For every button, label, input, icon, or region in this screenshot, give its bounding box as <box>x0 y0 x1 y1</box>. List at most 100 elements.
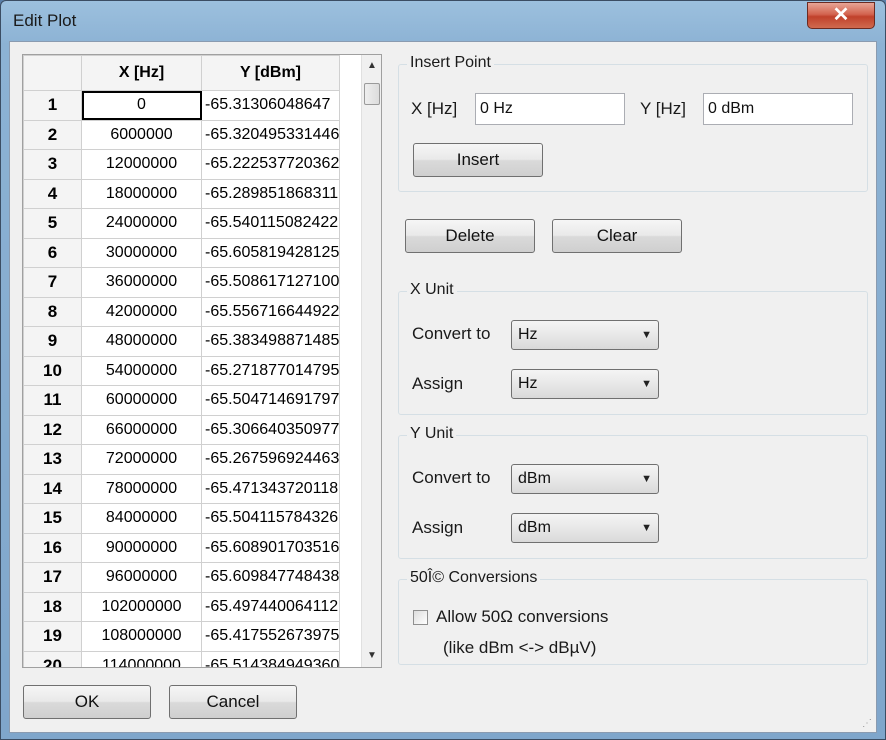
y-assign-select[interactable]: dBm ▼ <box>511 513 659 543</box>
y-cell[interactable]: -65.556716644922 <box>201 296 340 327</box>
x-cell[interactable]: 30000000 <box>81 237 202 268</box>
allow-conversions-label[interactable]: Allow 50Ω conversions <box>436 607 608 627</box>
x-cell[interactable]: 60000000 <box>81 385 202 416</box>
table-row[interactable]: 10 54000000 -65.271877014795 <box>23 355 340 386</box>
scroll-up-icon[interactable]: ▲ <box>362 57 381 75</box>
scroll-thumb[interactable] <box>364 83 380 105</box>
table-row[interactable]: 19 108000000 -65.417552673975 <box>23 621 340 652</box>
y-cell[interactable]: -65.31306048647 <box>201 90 340 121</box>
row-header[interactable]: 13 <box>23 444 82 475</box>
table-vertical-scrollbar[interactable]: ▲ ▼ <box>361 55 381 667</box>
row-header[interactable]: 16 <box>23 532 82 563</box>
y-cell[interactable]: -65.540115082422 <box>201 208 340 239</box>
table-row[interactable]: 6 30000000 -65.605819428125 <box>23 237 340 268</box>
y-cell[interactable]: -65.289851868311 <box>201 178 340 209</box>
ok-button[interactable]: OK <box>23 685 151 719</box>
y-cell[interactable]: -65.508617127100 <box>201 267 340 298</box>
row-header[interactable]: 5 <box>23 208 82 239</box>
y-cell[interactable]: -65.267596924463 <box>201 444 340 475</box>
x-cell[interactable]: 78000000 <box>81 473 202 504</box>
table-row[interactable]: 8 42000000 -65.556716644922 <box>23 296 340 327</box>
y-value-input[interactable]: 0 dBm <box>703 93 853 125</box>
table-row[interactable]: 4 18000000 -65.289851868311 <box>23 178 340 209</box>
x-cell[interactable]: 36000000 <box>81 267 202 298</box>
row-header[interactable]: 2 <box>23 119 82 150</box>
x-cell[interactable]: 0 <box>81 90 202 121</box>
x-cell[interactable]: 66000000 <box>81 414 202 445</box>
x-cell[interactable]: 12000000 <box>81 149 202 180</box>
x-cell[interactable]: 48000000 <box>81 326 202 357</box>
row-header[interactable]: 15 <box>23 503 82 534</box>
table-row[interactable]: 11 60000000 -65.504714691797 <box>23 385 340 416</box>
x-cell[interactable]: 24000000 <box>81 208 202 239</box>
x-cell[interactable]: 6000000 <box>81 119 202 150</box>
scroll-down-icon[interactable]: ▼ <box>362 647 381 665</box>
clear-button[interactable]: Clear <box>552 219 682 253</box>
row-header[interactable]: 14 <box>23 473 82 504</box>
x-value-input[interactable]: 0 Hz <box>475 93 625 125</box>
row-header-corner[interactable] <box>23 55 82 91</box>
row-header[interactable]: 19 <box>23 621 82 652</box>
y-cell[interactable]: -65.504714691797 <box>201 385 340 416</box>
x-cell[interactable]: 42000000 <box>81 296 202 327</box>
allow-conversions-checkbox[interactable] <box>413 610 428 625</box>
y-cell[interactable]: -65.306640350977 <box>201 414 340 445</box>
row-header[interactable]: 3 <box>23 149 82 180</box>
y-cell[interactable]: -65.271877014795 <box>201 355 340 386</box>
x-cell[interactable]: 108000000 <box>81 621 202 652</box>
table-row[interactable]: 12 66000000 -65.306640350977 <box>23 414 340 445</box>
x-cell[interactable]: 90000000 <box>81 532 202 563</box>
insert-button[interactable]: Insert <box>413 143 543 177</box>
table-row[interactable]: 1 0 -65.31306048647 <box>23 90 340 121</box>
x-cell[interactable]: 18000000 <box>81 178 202 209</box>
table-row[interactable]: 2 6000000 -65.320495331446 <box>23 119 340 150</box>
column-header-x[interactable]: X [Hz] <box>81 55 202 91</box>
table-row[interactable]: 17 96000000 -65.609847748438 <box>23 562 340 593</box>
close-button[interactable]: ✕ <box>807 2 875 29</box>
x-cell[interactable]: 102000000 <box>81 591 202 622</box>
y-cell[interactable]: -65.608901703516 <box>201 532 340 563</box>
table-row[interactable]: 16 90000000 -65.608901703516 <box>23 532 340 563</box>
y-cell[interactable]: -65.222537720362 <box>201 149 340 180</box>
table-row[interactable]: 15 84000000 -65.504115784326 <box>23 503 340 534</box>
column-header-y[interactable]: Y [dBm] <box>201 55 340 91</box>
x-cell[interactable]: 114000000 <box>81 650 202 667</box>
x-cell[interactable]: 72000000 <box>81 444 202 475</box>
y-cell[interactable]: -65.417552673975 <box>201 621 340 652</box>
y-cell[interactable]: -65.504115784326 <box>201 503 340 534</box>
delete-button[interactable]: Delete <box>405 219 535 253</box>
table-row[interactable]: 3 12000000 -65.222537720362 <box>23 149 340 180</box>
y-convert-to-select[interactable]: dBm ▼ <box>511 464 659 494</box>
y-cell[interactable]: -65.514384949360 <box>201 650 340 667</box>
y-cell[interactable]: -65.497440064112 <box>201 591 340 622</box>
row-header[interactable]: 10 <box>23 355 82 386</box>
y-cell[interactable]: -65.471343720118 <box>201 473 340 504</box>
row-header[interactable]: 12 <box>23 414 82 445</box>
table-row[interactable]: 20 114000000 -65.514384949360 <box>23 650 340 667</box>
row-header[interactable]: 8 <box>23 296 82 327</box>
data-grid[interactable]: X [Hz] Y [dBm] 1 0 -65.31306048647 2 6000000… <box>22 54 382 668</box>
table-row[interactable]: 18 102000000 -65.497440064112 <box>23 591 340 622</box>
row-header[interactable]: 11 <box>23 385 82 416</box>
title-bar[interactable]: Edit Plot ✕ <box>1 1 885 41</box>
y-cell[interactable]: -65.609847748438 <box>201 562 340 593</box>
x-cell[interactable]: 84000000 <box>81 503 202 534</box>
row-header[interactable]: 4 <box>23 178 82 209</box>
row-header[interactable]: 17 <box>23 562 82 593</box>
table-row[interactable]: 5 24000000 -65.540115082422 <box>23 208 340 239</box>
resize-grip-icon[interactable]: ⋰ <box>862 718 874 730</box>
x-cell[interactable]: 54000000 <box>81 355 202 386</box>
table-row[interactable]: 7 36000000 -65.508617127100 <box>23 267 340 298</box>
cancel-button[interactable]: Cancel <box>169 685 297 719</box>
row-header[interactable]: 20 <box>23 650 82 667</box>
table-row[interactable]: 14 78000000 -65.471343720118 <box>23 473 340 504</box>
row-header[interactable]: 18 <box>23 591 82 622</box>
x-cell[interactable]: 96000000 <box>81 562 202 593</box>
x-assign-select[interactable]: Hz ▼ <box>511 369 659 399</box>
y-cell[interactable]: -65.383498871485 <box>201 326 340 357</box>
row-header[interactable]: 1 <box>23 90 82 121</box>
y-cell[interactable]: -65.605819428125 <box>201 237 340 268</box>
table-row[interactable]: 13 72000000 -65.267596924463 <box>23 444 340 475</box>
row-header[interactable]: 9 <box>23 326 82 357</box>
row-header[interactable]: 7 <box>23 267 82 298</box>
